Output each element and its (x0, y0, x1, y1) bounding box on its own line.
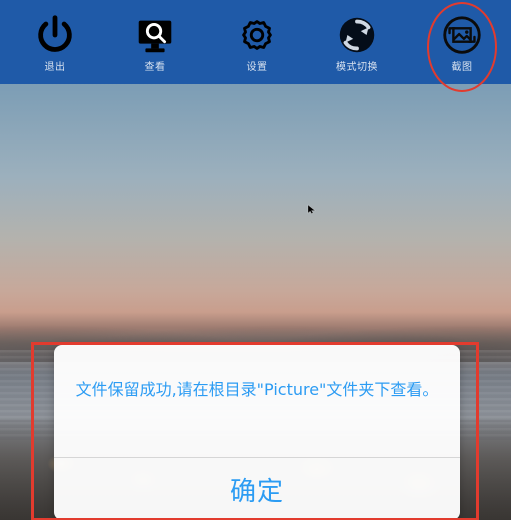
screen: 退出 查看 设置 模式切换 截图 文件保留成功,请在根目录"Picture"文件… (0, 0, 511, 520)
dialog-message: 文件保留成功,请在根目录"Picture"文件夹下查看。 (75, 380, 439, 399)
mode-switch-label: 模式切换 (336, 62, 378, 73)
power-icon (38, 15, 72, 52)
mouse-cursor-icon (307, 204, 316, 214)
save-success-dialog: 文件保留成功,请在根目录"Picture"文件夹下查看。 确定 (54, 345, 460, 520)
top-toolbar: 退出 查看 设置 模式切换 截图 (0, 0, 511, 92)
screenshot-icon (443, 16, 481, 54)
gear-icon (242, 20, 272, 50)
screenshot-label: 截图 (451, 62, 473, 73)
view-button[interactable]: 查看 (120, 8, 190, 78)
monitor-search-icon (138, 20, 172, 53)
screenshot-button[interactable]: 截图 (427, 8, 497, 78)
exit-label: 退出 (44, 62, 66, 73)
mode-switch-icon (339, 17, 375, 53)
view-label: 查看 (144, 62, 166, 73)
settings-button[interactable]: 设置 (222, 8, 292, 78)
dialog-confirm-button[interactable]: 确定 (54, 458, 460, 520)
mode-switch-button[interactable]: 模式切换 (322, 8, 392, 78)
settings-label: 设置 (246, 62, 268, 73)
exit-button[interactable]: 退出 (20, 8, 90, 78)
